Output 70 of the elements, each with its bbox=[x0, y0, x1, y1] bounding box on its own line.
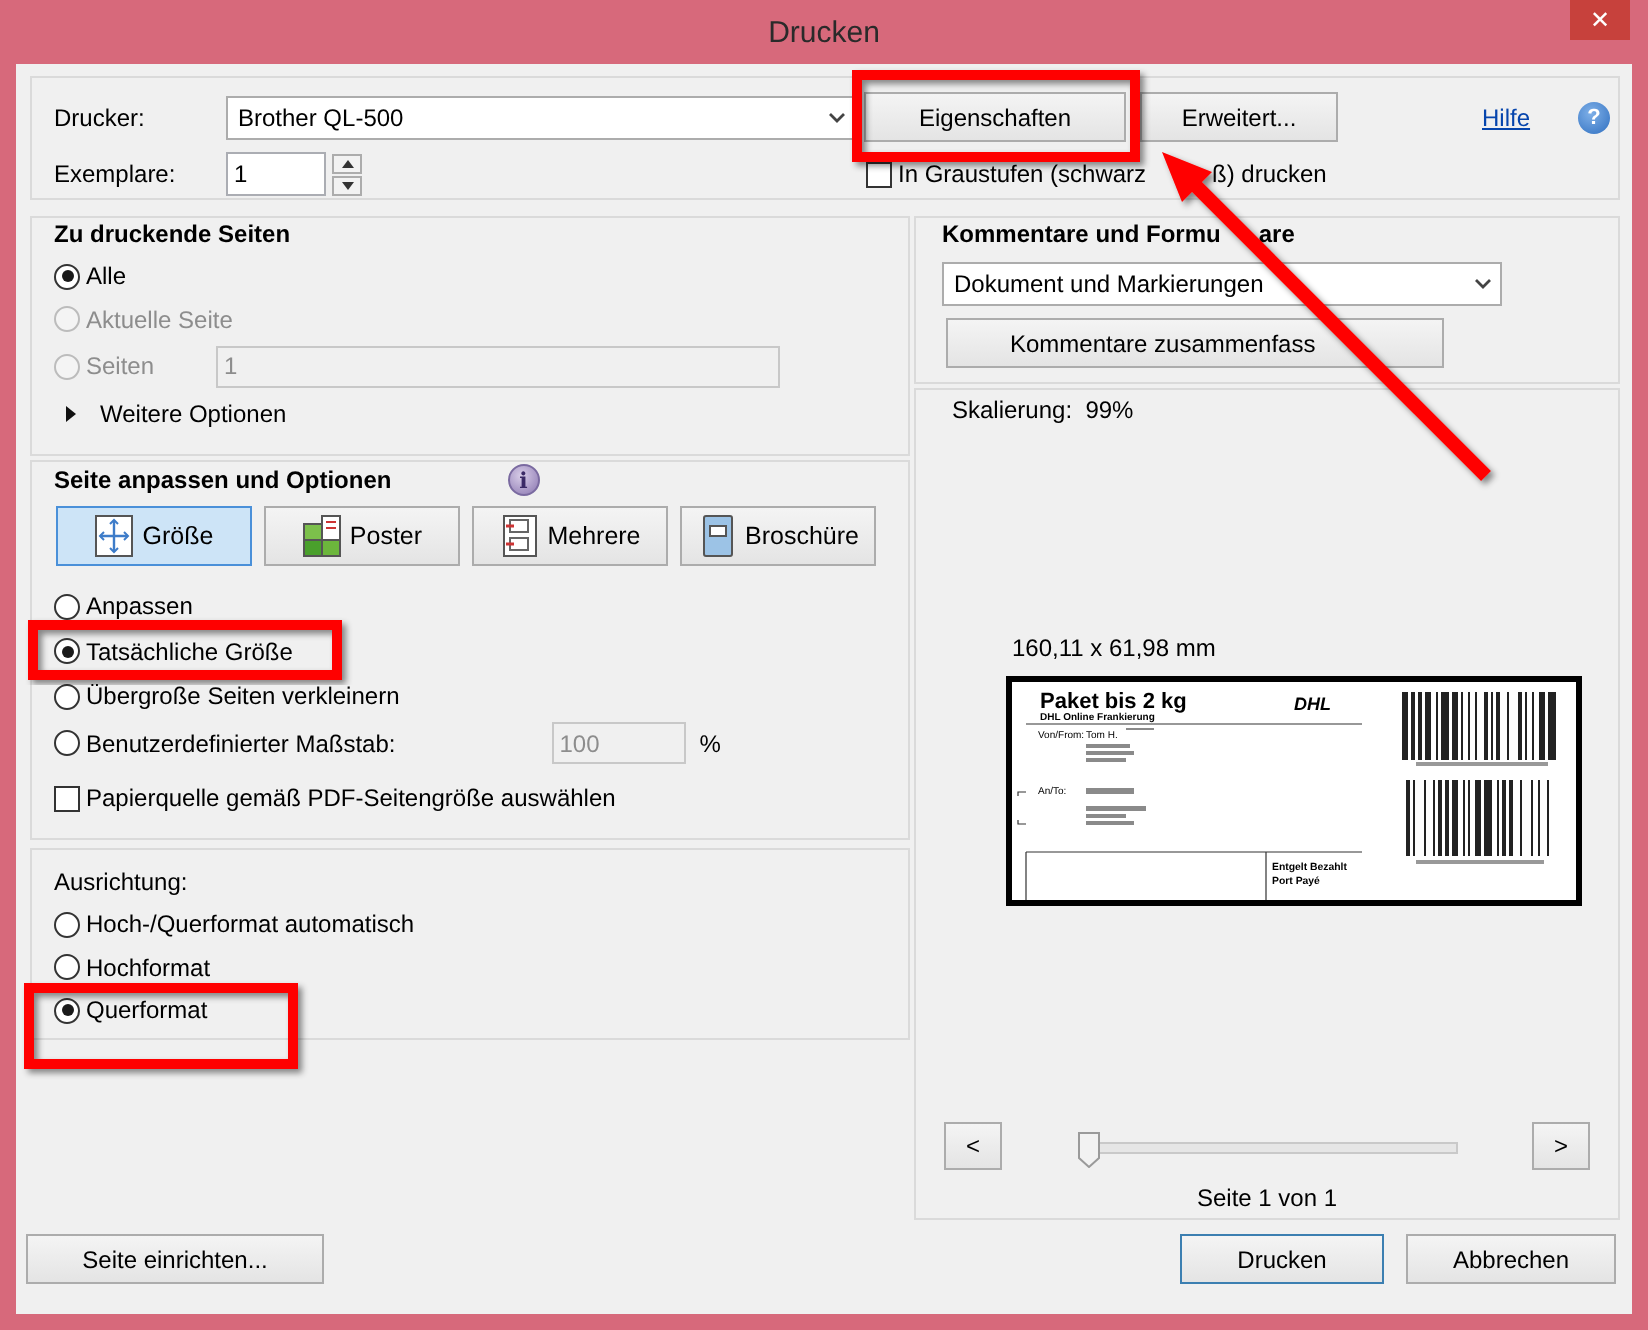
scaling-text: Skalierung: 99% bbox=[952, 394, 1136, 426]
radio-label: Anpassen bbox=[86, 592, 193, 620]
section-title: Seite anpassen und Optionen bbox=[54, 464, 392, 496]
previous-page-button[interactable]: < bbox=[944, 1122, 1002, 1170]
next-page-button[interactable]: > bbox=[1532, 1122, 1590, 1170]
section-title: Zu druckende Seiten bbox=[54, 218, 293, 250]
checkbox-label: Papierquelle gemäß PDF-Seitengröße auswählen bbox=[86, 784, 616, 812]
radio-button[interactable] bbox=[54, 593, 80, 619]
page-size-text: 160,11 x 61,98 mm bbox=[1012, 632, 1218, 664]
field-label: Exemplare: bbox=[54, 160, 178, 188]
page-setup-button[interactable]: Seite einrichten... bbox=[26, 1234, 324, 1284]
checkbox-label: ß) drucken bbox=[1212, 160, 1327, 188]
close-button[interactable]: ✕ bbox=[1570, 0, 1630, 40]
window-title: Drucken bbox=[768, 15, 880, 49]
arrow-down-icon bbox=[341, 181, 353, 189]
radio-button[interactable] bbox=[54, 683, 80, 709]
poster-tiles-icon bbox=[301, 514, 342, 558]
copies-field[interactable]: 1 bbox=[226, 152, 326, 196]
dropdown-value: Dokument und Markierungen bbox=[954, 270, 1264, 298]
radio-label: Übergroße Seiten verkleinern bbox=[86, 682, 400, 710]
help-link[interactable]: Hilfe bbox=[1482, 103, 1531, 131]
section-title: are bbox=[1258, 218, 1295, 250]
page-counter: Seite 1 von 1 bbox=[1194, 1182, 1340, 1214]
radio-label: Hochformat bbox=[86, 953, 211, 981]
section-title: Kommentare und Formu bbox=[942, 218, 1221, 250]
radio-label: Hoch-/Querformat automatisch bbox=[86, 910, 415, 938]
field-label: Drucker: bbox=[54, 103, 147, 131]
radio-label: Tatsächliche Größe bbox=[86, 637, 293, 665]
barcode-drawing bbox=[1406, 780, 1549, 864]
summarize-comments-button[interactable]: Kommentare zusammenfass bbox=[946, 318, 1444, 368]
multiple-pages-icon bbox=[499, 514, 540, 558]
dropdown-value: Brother QL-500 bbox=[238, 103, 404, 131]
spin-up-button[interactable] bbox=[332, 153, 362, 173]
radio-button[interactable] bbox=[54, 730, 80, 756]
print-button[interactable]: Drucken bbox=[1180, 1234, 1384, 1284]
checkbox[interactable] bbox=[866, 161, 892, 187]
radio-button[interactable] bbox=[54, 638, 80, 664]
label-heading: Paket bis 2 kg bbox=[1040, 690, 1187, 714]
unit-label: % bbox=[699, 729, 721, 757]
properties-button[interactable]: Eigenschaften bbox=[864, 92, 1126, 142]
advanced-button[interactable]: Erweitert... bbox=[1140, 92, 1338, 142]
radio-label: Aktuelle Seite bbox=[86, 305, 233, 333]
arrow-up-icon bbox=[341, 159, 353, 167]
printer-dropdown[interactable]: Brother QL-500 bbox=[226, 95, 856, 139]
cancel-button[interactable]: Abbrechen bbox=[1406, 1234, 1616, 1284]
info-icon: i bbox=[507, 464, 540, 496]
radio-button[interactable] bbox=[54, 263, 80, 289]
radio-label: Querformat bbox=[86, 996, 208, 1024]
radio-label: Benutzerdefinierter Maßstab: bbox=[86, 729, 396, 757]
radio-label: Alle bbox=[86, 262, 127, 290]
carrier-logo: DHL bbox=[1294, 694, 1331, 714]
checkbox[interactable] bbox=[54, 785, 80, 811]
resize-arrows-icon bbox=[94, 514, 135, 558]
slider-thumb[interactable] bbox=[1078, 1132, 1100, 1168]
comments-dropdown[interactable]: Dokument und Markierungen bbox=[942, 262, 1502, 306]
mode-button[interactable]: Größe bbox=[56, 506, 252, 566]
blurred-address-drawing bbox=[1086, 728, 1154, 825]
booklet-icon bbox=[697, 514, 737, 558]
checkbox-label: In Graustufen (schwarz bbox=[898, 160, 1149, 188]
section-title: Ausrichtung: bbox=[54, 866, 190, 898]
spin-down-button[interactable] bbox=[332, 175, 362, 195]
mode-button[interactable]: Poster bbox=[264, 506, 460, 566]
radio-button[interactable] bbox=[54, 911, 80, 937]
expand-triangle-icon[interactable] bbox=[64, 405, 80, 421]
mode-button[interactable]: Broschüre bbox=[680, 506, 876, 566]
mode-button[interactable]: Mehrere bbox=[472, 506, 668, 566]
radio-button[interactable] bbox=[54, 954, 80, 980]
expander-label[interactable]: Weitere Optionen bbox=[100, 399, 287, 427]
radio-label: Seiten bbox=[86, 352, 155, 380]
radio-button[interactable] bbox=[54, 997, 80, 1023]
